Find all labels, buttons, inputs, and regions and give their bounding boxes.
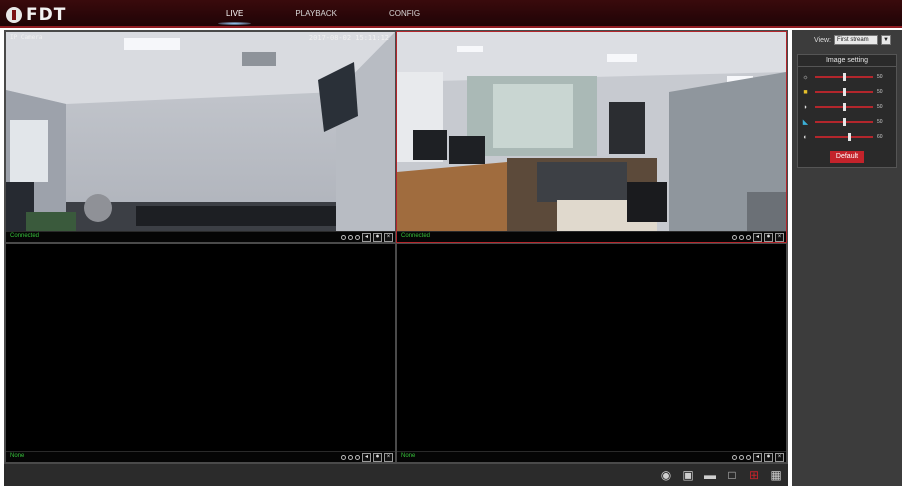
stream-select[interactable]: First stream <box>834 35 878 45</box>
ptz-icon[interactable] <box>732 454 737 460</box>
saturation-slider-row: ◗ 50 <box>802 102 894 112</box>
focus-icon[interactable] <box>746 234 751 240</box>
cell-status-bar: None ◂ ⏺ × <box>6 451 395 462</box>
zoom-icon[interactable] <box>348 234 353 240</box>
brightness-slider-row: ☼ 50 <box>802 72 894 82</box>
saturation-value: 50 <box>877 104 883 110</box>
hue-value: 60 <box>877 134 883 140</box>
brightness-slider[interactable] <box>815 73 873 81</box>
connection-status: None <box>401 453 416 459</box>
image-setting-box: Image setting ☼ 50 ■ 50 ◗ 50 ◣ 50 ◐ 60 D… <box>797 54 897 168</box>
video-feed-4 <box>397 244 786 451</box>
logo-mark-icon <box>6 7 22 23</box>
record-icon[interactable]: ▣ <box>680 467 696 483</box>
nav-live[interactable]: LIVE <box>200 0 269 28</box>
view-row: View: First stream ▼ <box>798 34 898 46</box>
cell-controls: ◂ ⏺ × <box>341 232 393 242</box>
audio-icon[interactable]: ◂ <box>753 232 762 242</box>
sharpness-slider[interactable] <box>815 118 873 126</box>
video-cell-2[interactable]: Connected ◂ ⏺ × <box>396 31 787 243</box>
hue-slider[interactable] <box>815 133 873 141</box>
image-setting-title: Image setting <box>798 55 896 67</box>
cell-status-bar: None ◂ ⏺ × <box>397 451 786 462</box>
saturation-icon: ◗ <box>803 103 808 111</box>
osd-timestamp: 2017-08-02 15:11:12 <box>308 34 389 42</box>
layout-1-icon[interactable]: □ <box>724 467 740 483</box>
contrast-slider[interactable] <box>815 88 873 96</box>
contrast-slider-row: ■ 50 <box>802 87 894 97</box>
layout-4-icon[interactable]: ⊞ <box>746 467 762 483</box>
video-feed-1: IP Camera 2017-08-02 15:11:12 <box>6 32 395 231</box>
zoom-icon[interactable] <box>739 454 744 460</box>
audio-icon[interactable]: ◂ <box>362 232 371 242</box>
ptz-icon[interactable] <box>732 234 737 240</box>
focus-icon[interactable] <box>355 234 360 240</box>
nav-config[interactable]: CONFIG <box>363 0 446 28</box>
chevron-down-icon[interactable]: ▼ <box>881 35 891 45</box>
close-icon[interactable]: × <box>384 232 393 242</box>
sharpness-icon: ◣ <box>802 118 809 126</box>
contrast-icon: ■ <box>803 88 808 96</box>
connection-status: None <box>10 453 25 459</box>
video-cell-4[interactable]: None ◂ ⏺ × <box>397 244 786 462</box>
sharpness-slider-row: ◣ 50 <box>802 117 894 127</box>
close-icon[interactable]: × <box>775 452 784 462</box>
talk-icon[interactable]: ⏺ <box>764 452 773 462</box>
video-feed-2 <box>397 32 786 231</box>
zoom-icon[interactable] <box>739 234 744 240</box>
talk-icon[interactable]: ⏺ <box>764 232 773 242</box>
brightness-icon: ☼ <box>802 73 809 81</box>
close-icon[interactable]: × <box>384 452 393 462</box>
focus-icon[interactable] <box>746 454 751 460</box>
connection-status: Connected <box>401 233 431 239</box>
view-label: View: <box>814 36 831 44</box>
slider-thumb[interactable] <box>848 133 851 141</box>
cell-status-bar: Connected ◂ ⏺ × <box>397 231 786 242</box>
default-button[interactable]: Default <box>830 151 864 163</box>
video-grid: IP Camera 2017-08-02 15:11:12 Connected … <box>4 30 788 464</box>
cell-status-bar: Connected ◂ ⏺ × <box>6 231 395 242</box>
sharpness-value: 50 <box>877 119 883 125</box>
nav-playback[interactable]: PLAYBACK <box>269 0 363 28</box>
connection-status: Connected <box>10 233 40 239</box>
video-feed-3 <box>6 244 395 451</box>
logo-text: FDT <box>26 5 67 25</box>
slider-thumb[interactable] <box>842 103 846 111</box>
hue-slider-row: ◐ 60 <box>802 132 894 142</box>
ptz-icon[interactable] <box>341 234 346 240</box>
main-nav: LIVE PLAYBACK CONFIG <box>200 0 446 28</box>
talk-icon[interactable]: ⏺ <box>373 452 382 462</box>
fullscreen-icon[interactable]: ▬ <box>702 467 718 483</box>
video-cell-3[interactable]: None ◂ ⏺ × <box>6 244 395 462</box>
ptz-icon[interactable] <box>341 454 346 460</box>
contrast-value: 50 <box>877 89 883 95</box>
slider-thumb[interactable] <box>842 118 846 126</box>
slider-thumb[interactable] <box>842 88 846 96</box>
audio-icon[interactable]: ◂ <box>753 452 762 462</box>
side-panel: View: First stream ▼ Image setting ☼ 50 … <box>792 30 902 486</box>
toolbar-tools: ◉ ▣ ▬ □ ⊞ ▦ <box>658 467 784 483</box>
cell-controls: ◂ ⏺ × <box>732 452 784 462</box>
bottom-toolbar: ◉ ▣ ▬ □ ⊞ ▦ <box>4 464 788 486</box>
video-cell-1[interactable]: IP Camera 2017-08-02 15:11:12 Connected … <box>6 32 395 242</box>
logo: FDT <box>6 5 66 25</box>
cell-controls: ◂ ⏺ × <box>732 232 784 242</box>
audio-icon[interactable]: ◂ <box>362 452 371 462</box>
cell-controls: ◂ ⏺ × <box>341 452 393 462</box>
talk-icon[interactable]: ⏺ <box>373 232 382 242</box>
close-icon[interactable]: × <box>775 232 784 242</box>
focus-icon[interactable] <box>355 454 360 460</box>
snapshot-icon[interactable]: ◉ <box>658 467 674 483</box>
osd-camera-name: IP Camera <box>10 34 43 41</box>
slider-thumb[interactable] <box>842 73 846 81</box>
zoom-icon[interactable] <box>348 454 353 460</box>
saturation-slider[interactable] <box>815 103 873 111</box>
brightness-value: 50 <box>877 74 883 80</box>
hue-icon: ◐ <box>803 133 808 141</box>
top-bar: FDT LIVE PLAYBACK CONFIG <box>0 0 902 28</box>
layout-9-icon[interactable]: ▦ <box>768 467 784 483</box>
